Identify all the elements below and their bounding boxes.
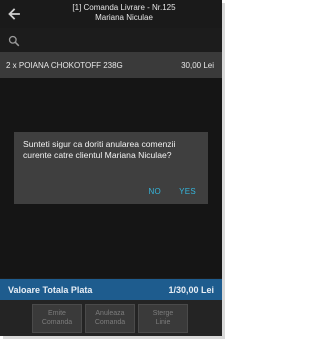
emit-order-label-2: Comanda (41, 318, 73, 326)
order-title: [1] Comanda Livrare - Nr.125 (72, 3, 176, 12)
dialog-message: Sunteti sigur ca doriti anularea comenzi… (23, 139, 176, 160)
total-bar: Valoare Totala Plata 1/30,00 Lei (0, 279, 222, 300)
delete-line-button[interactable]: Sterge Linie (138, 304, 188, 333)
confirm-dialog: Sunteti sigur ca doriti anularea comenzi… (14, 132, 208, 204)
yes-button[interactable]: YES (179, 187, 196, 196)
order-line-item: 2 x POIANA CHOKOTOFF 238G (6, 60, 123, 70)
app-bar: [1] Comanda Livrare - Nr.125 Mariana Nic… (0, 0, 222, 28)
search-icon[interactable] (8, 34, 20, 47)
delete-line-label-1: Sterge (152, 310, 174, 317)
app-screen: [1] Comanda Livrare - Nr.125 Mariana Nic… (0, 0, 222, 336)
frame-shadow-bottom (3, 336, 225, 339)
delete-line-label-2: Linie (155, 318, 171, 326)
action-bar: Emite Comanda Anuleaza Comanda Sterge Li… (0, 300, 222, 336)
back-arrow-icon[interactable] (7, 7, 21, 21)
cancel-order-label-2: Comanda (94, 318, 126, 326)
cancel-order-label-1: Anuleaza (95, 310, 125, 317)
cancel-order-button[interactable]: Anuleaza Comanda (85, 304, 135, 333)
page-title: [1] Comanda Livrare - Nr.125 Mariana Nic… (30, 3, 218, 23)
frame-shadow-right (222, 3, 225, 336)
emit-order-button[interactable]: Emite Comanda (32, 304, 82, 333)
total-value: 1/30,00 Lei (168, 284, 214, 295)
search-bar[interactable] (0, 30, 222, 50)
client-name: Mariana Niculae (95, 13, 153, 22)
no-button[interactable]: NO (148, 187, 161, 196)
total-label: Valoare Totala Plata (8, 284, 93, 295)
dialog-actions: NO YES (148, 187, 196, 196)
emit-order-label-1: Emite (48, 310, 66, 317)
order-line-amount: 30,00 Lei (181, 60, 214, 70)
order-line-row[interactable]: 2 x POIANA CHOKOTOFF 238G 30,00 Lei (0, 52, 222, 78)
